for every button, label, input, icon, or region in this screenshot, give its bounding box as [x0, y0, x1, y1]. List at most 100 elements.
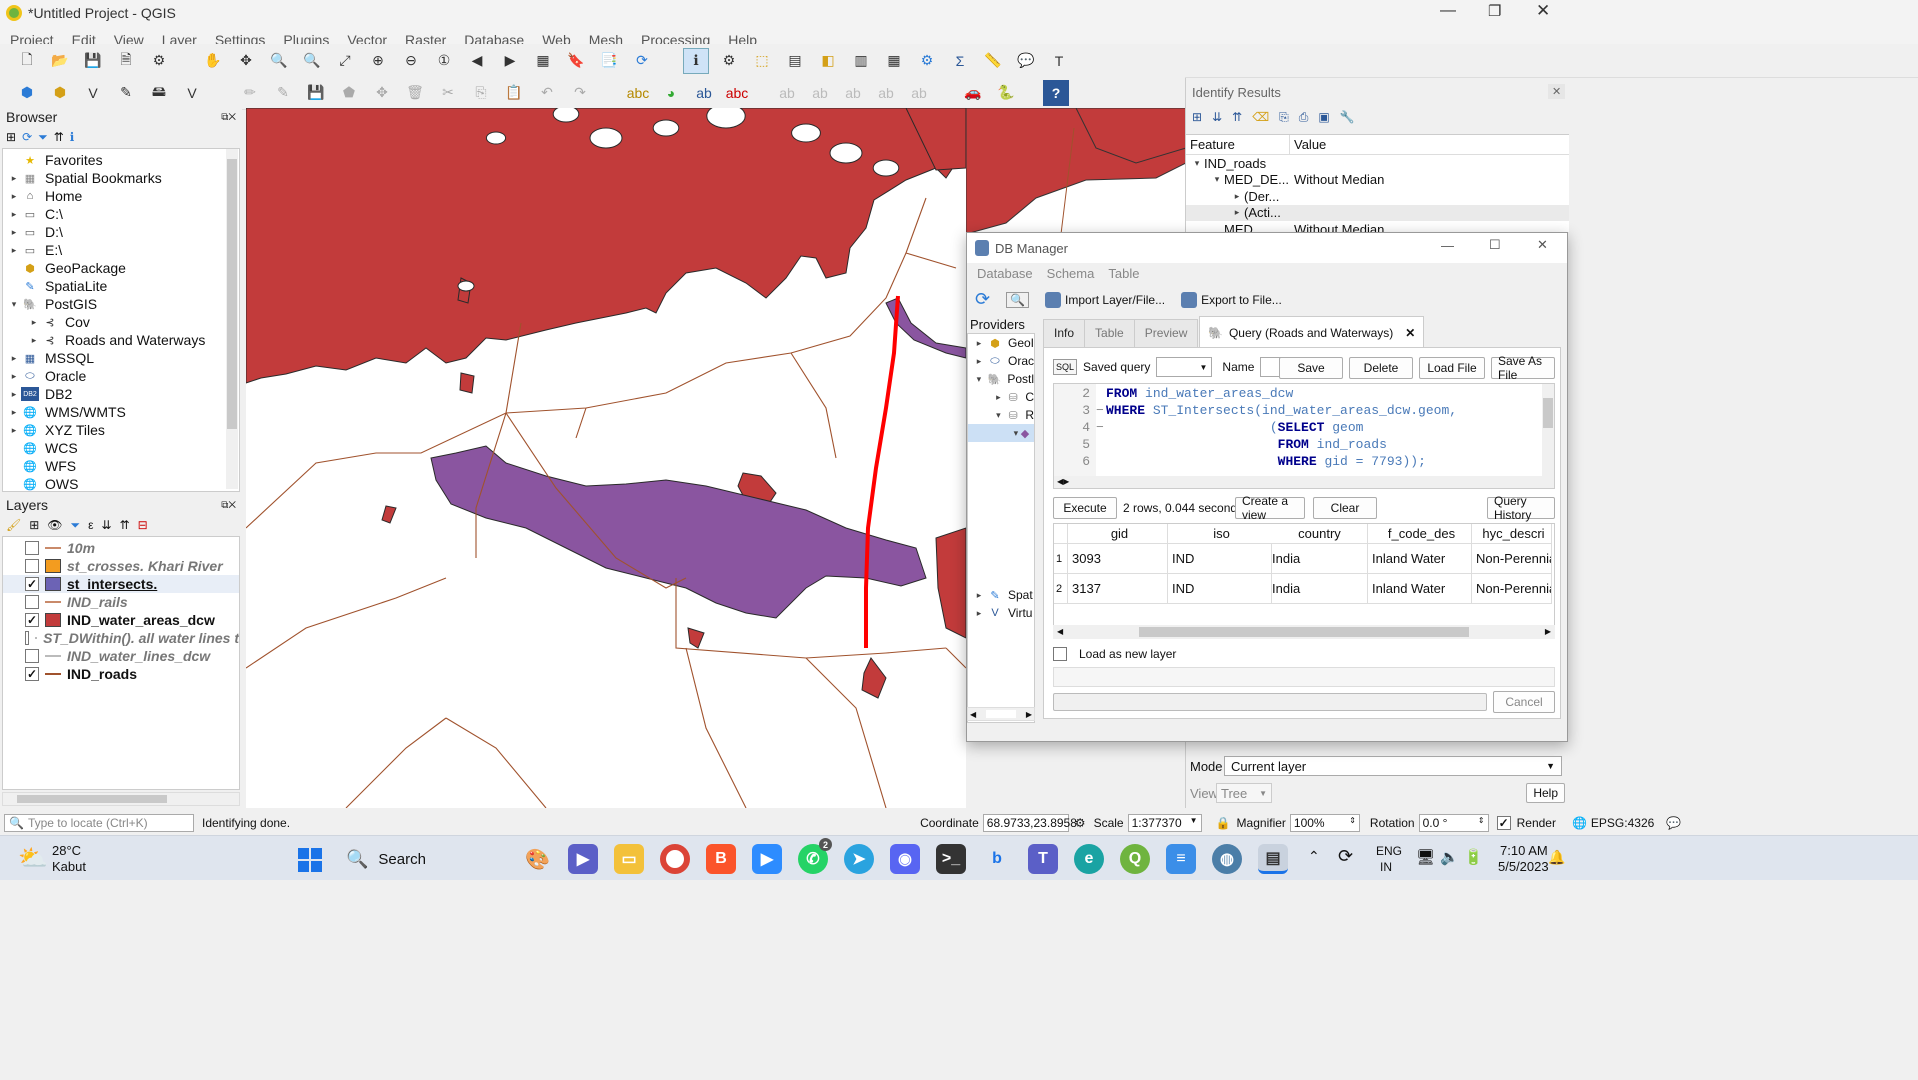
layer-visibility-checkbox[interactable]	[25, 631, 29, 645]
layer-item[interactable]: ✓ st_intersects.	[3, 575, 239, 593]
rotate-label-icon[interactable]: ab	[807, 80, 833, 106]
chevron-right-icon[interactable]: ▸	[27, 335, 41, 346]
browser-item[interactable]: ▸ ▭ C:\	[3, 205, 239, 223]
notifications-icon[interactable]: 🔔	[1548, 849, 1565, 866]
undo-icon[interactable]: ↶	[534, 80, 560, 106]
chevron-right-icon[interactable]: ▸	[7, 209, 21, 220]
provider-item[interactable]: ▸ ⛁ C	[968, 388, 1034, 406]
db-menu-schema[interactable]: Schema	[1047, 266, 1095, 281]
providers-hscroll[interactable]: ◀ ▶	[967, 707, 1035, 721]
db-menu-database[interactable]: Database	[977, 266, 1033, 281]
settings-icon[interactable]: 🔧	[1340, 110, 1355, 125]
column-header[interactable]: f_code_des	[1368, 524, 1472, 544]
add-selected-icon[interactable]: ⊞	[6, 130, 16, 144]
print-layout-icon[interactable]: 🗎	[113, 48, 139, 74]
chevron-right-icon[interactable]: ▸	[972, 356, 986, 367]
tab-query[interactable]: 🐘 Query (Roads and Waterways) ✕	[1199, 316, 1425, 348]
table-cell[interactable]: India	[1268, 574, 1368, 604]
zoom-full-icon[interactable]: ⤢	[332, 48, 358, 74]
discord-icon[interactable]: ◉	[890, 844, 920, 874]
gps-icon[interactable]: 🚗	[960, 80, 986, 106]
layer-visibility-checkbox[interactable]	[25, 649, 39, 663]
file-explorer-icon[interactable]: ▭	[614, 844, 644, 874]
browser-item[interactable]: ▾ 🐘 PostGIS	[3, 295, 239, 313]
sql-editor[interactable]: 2 FROM ind_water_areas_dcw 3− WHERE ST_Inte…	[1053, 383, 1555, 489]
help-icon[interactable]: ?	[1043, 79, 1069, 106]
identify-features-icon[interactable]: ℹ	[683, 47, 709, 74]
locate-box[interactable]: 🔍 Type to locate (Ctrl+K)	[4, 814, 194, 832]
filter-expression-icon[interactable]: ε	[88, 518, 93, 532]
open-project-icon[interactable]: 📂	[47, 48, 73, 74]
browser-item[interactable]: ▸ ▦ MSSQL	[3, 349, 239, 367]
layers-hscroll[interactable]	[2, 792, 240, 806]
column-header[interactable]: country	[1268, 524, 1368, 544]
expand-all-icon[interactable]: ⇊	[102, 518, 112, 532]
row-number[interactable]: 2	[1054, 574, 1068, 604]
browser-item[interactable]: ▸ 🌐 XYZ Tiles	[3, 421, 239, 439]
collapse-all-icon[interactable]: ⇈	[1232, 110, 1242, 125]
column-header[interactable]: gid	[1068, 524, 1168, 544]
help-button[interactable]: Help	[1526, 783, 1565, 803]
render-checkbox[interactable]: ✓	[1496, 816, 1511, 830]
rotation-field[interactable]: 0.0 ° ⇕	[1418, 814, 1489, 832]
telegram-icon[interactable]: ➤	[844, 844, 874, 874]
layer-item[interactable]: IND_water_lines_dcw	[3, 647, 239, 665]
network-icon[interactable]: 🖥	[1416, 848, 1435, 866]
filter-icon[interactable]: ⏷	[71, 518, 81, 533]
browser-item[interactable]: ▸ ▭ D:\	[3, 223, 239, 241]
chevron-right-icon[interactable]: ▸	[7, 407, 21, 418]
label-icon[interactable]: abc	[625, 80, 651, 106]
export-file-button[interactable]: Export to File...	[1181, 291, 1282, 308]
weather-icon[interactable]: ⛅	[18, 844, 48, 873]
layer-visibility-checkbox[interactable]	[25, 541, 39, 555]
windows-start-icon[interactable]	[298, 848, 322, 872]
chevron-down-icon[interactable]: ▾	[972, 374, 986, 385]
crs-icon[interactable]: 🌐	[1572, 816, 1587, 830]
browser-item[interactable]: ▸ ⬭ Oracle	[3, 367, 239, 385]
style-icon[interactable]: 🖌	[6, 518, 21, 532]
volume-icon[interactable]: 🔈	[1440, 848, 1459, 866]
zoom-out-icon[interactable]: 🔍	[299, 48, 325, 74]
table-cell[interactable]: Inland Water	[1368, 544, 1472, 574]
tab-table[interactable]: Table	[1084, 319, 1135, 347]
field-calculator-icon[interactable]: ▦	[881, 48, 907, 74]
import-layer-button[interactable]: Import Layer/File...	[1045, 291, 1165, 308]
toggle-extents-icon[interactable]: ⚙	[1075, 816, 1086, 830]
expand-all-icon[interactable]: ⇊	[1212, 110, 1222, 125]
minimize-icon[interactable]: —	[1440, 2, 1456, 20]
tab-preview[interactable]: Preview	[1133, 319, 1199, 347]
tab-info[interactable]: Info	[1043, 319, 1086, 347]
close-icon[interactable]: ✕	[1536, 1, 1550, 21]
notepad-icon[interactable]: ≡	[1166, 844, 1196, 874]
sql-window-icon[interactable]: 🔍	[1006, 291, 1030, 308]
move-label-icon[interactable]: ab	[774, 80, 800, 106]
layer-visibility-checkbox[interactable]	[25, 595, 39, 609]
close-tab-icon[interactable]: ✕	[1405, 326, 1415, 340]
chevron-right-icon[interactable]: ▸	[7, 173, 21, 184]
panel-close-icon[interactable]: ⧉✕	[221, 112, 236, 123]
new-map-view-icon[interactable]: ▦	[530, 48, 556, 74]
new-project-icon[interactable]: 🗋	[14, 48, 40, 74]
identify-row[interactable]: ▸ (Acti...	[1186, 204, 1569, 221]
chevron-up-icon[interactable]: ⌃	[1308, 848, 1320, 865]
table-cell[interactable]: Non-Perennial/	[1472, 544, 1552, 574]
chevron-right-icon[interactable]: ▸	[7, 353, 21, 364]
coordinate-field[interactable]: 68.9733,23.8958	[982, 814, 1077, 832]
select-features-icon[interactable]: ⬚	[749, 48, 775, 74]
identify-close-icon[interactable]: ✕	[1548, 84, 1566, 99]
browser-item[interactable]: ✎ SpatiaLite	[3, 277, 239, 295]
layer-item[interactable]: 10m	[3, 539, 239, 557]
highlight-label-icon[interactable]: abc	[724, 80, 750, 106]
zoom-in-icon[interactable]: 🔍	[266, 48, 292, 74]
identify-row[interactable]: ▸ (Der...	[1186, 188, 1569, 205]
table-cell[interactable]: IND	[1168, 574, 1272, 604]
remove-layer-icon[interactable]: ⊟	[138, 518, 148, 532]
layer-visibility-checkbox[interactable]: ✓	[25, 577, 39, 591]
edge-icon[interactable]: e	[1074, 844, 1104, 874]
zoom-icon[interactable]: ▶	[752, 844, 782, 874]
delete-button[interactable]: Delete	[1349, 357, 1413, 379]
taskbar-search[interactable]: 🔍 Search 🎨	[340, 842, 550, 876]
pan-to-selection-icon[interactable]: ✥	[233, 48, 259, 74]
delete-icon[interactable]: 🗑	[402, 80, 428, 106]
text-annotation-icon[interactable]: T	[1046, 48, 1072, 74]
